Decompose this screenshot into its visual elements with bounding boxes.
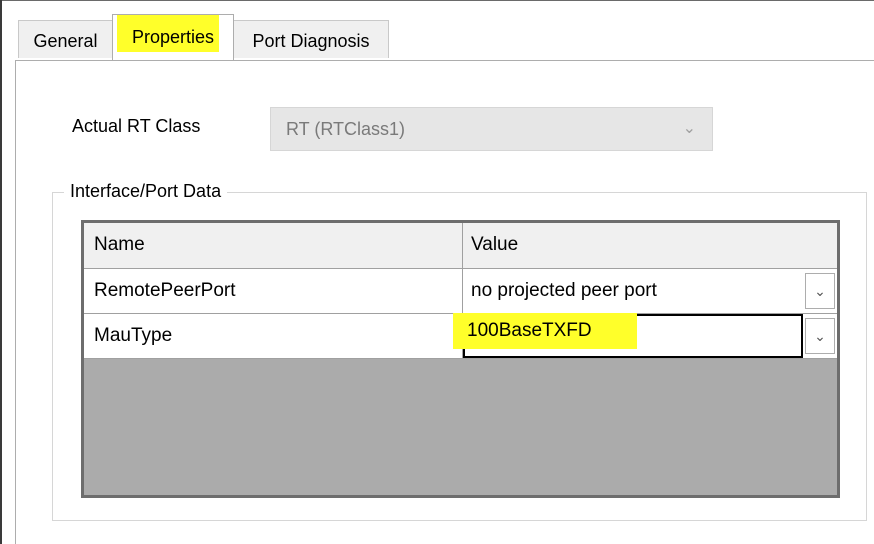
grid-header-row: Name Value <box>84 223 837 269</box>
row-name-cell[interactable]: RemotePeerPort <box>84 269 463 313</box>
tab-general[interactable]: General <box>18 20 113 58</box>
actual-rt-class-value: RT (RTClass1) <box>286 119 406 139</box>
actual-rt-class-label: Actual RT Class <box>72 116 201 136</box>
chevron-down-icon[interactable]: ⌄ <box>805 318 835 354</box>
tab-port-diagnosis-label: Port Diagnosis <box>252 31 370 51</box>
chevron-down-icon[interactable]: ⌄ <box>805 273 835 309</box>
interface-port-data-legend: Interface/Port Data <box>64 181 228 202</box>
table-row[interactable]: RemotePeerPort no projected peer port ⌄ <box>84 269 837 314</box>
tab-strip: General Properties Port Diagnosis <box>0 0 874 61</box>
column-header-name[interactable]: Name <box>84 223 463 268</box>
actual-rt-class-combobox: RT (RTClass1) ⌄ <box>270 107 713 151</box>
mautype-value-text: 100BaseTXFD <box>467 320 592 341</box>
tab-properties[interactable]: Properties <box>112 14 234 61</box>
port-data-grid: Name Value RemotePeerPort no projected p… <box>81 220 840 498</box>
chevron-down-icon: ⌄ <box>682 120 696 137</box>
tab-properties-label: Properties <box>131 27 215 47</box>
tab-general-label: General <box>33 31 98 51</box>
tab-port-diagnosis[interactable]: Port Diagnosis <box>233 20 389 58</box>
column-header-value[interactable]: Value <box>463 223 837 268</box>
row-name-cell[interactable]: MauType <box>84 314 463 358</box>
row-value-cell[interactable]: no projected peer port <box>463 269 837 313</box>
window-left-border <box>0 0 2 544</box>
